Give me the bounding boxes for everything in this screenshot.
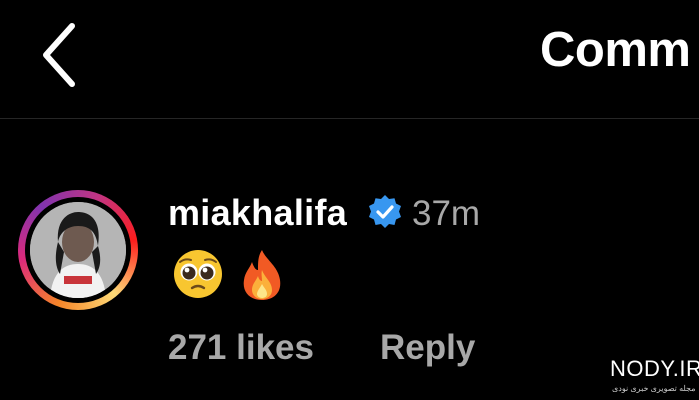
header-divider	[0, 118, 699, 119]
pleading-face-icon	[174, 250, 222, 298]
avatar[interactable]	[18, 190, 138, 310]
avatar-photo	[30, 202, 126, 298]
page-title: Comm	[540, 23, 691, 77]
profile-photo-icon	[30, 202, 126, 298]
comment-timestamp: 37m	[412, 194, 481, 233]
fire-icon	[243, 250, 281, 300]
comment-username[interactable]: miakhalifa	[168, 192, 347, 234]
likes-count[interactable]: 271 likes	[168, 328, 314, 368]
back-button[interactable]	[36, 18, 86, 88]
reply-button[interactable]: Reply	[380, 328, 475, 368]
chevron-left-icon	[43, 23, 75, 87]
watermark: NODY.IR مجله تصویری خبری نودی	[600, 356, 699, 400]
header: Comm	[0, 0, 699, 118]
verified-badge-icon	[367, 194, 403, 230]
avatar-ring-gap	[25, 197, 131, 303]
watermark-text: NODY.IR	[610, 356, 699, 381]
watermark-subtext: مجله تصویری خبری نودی	[612, 384, 696, 393]
